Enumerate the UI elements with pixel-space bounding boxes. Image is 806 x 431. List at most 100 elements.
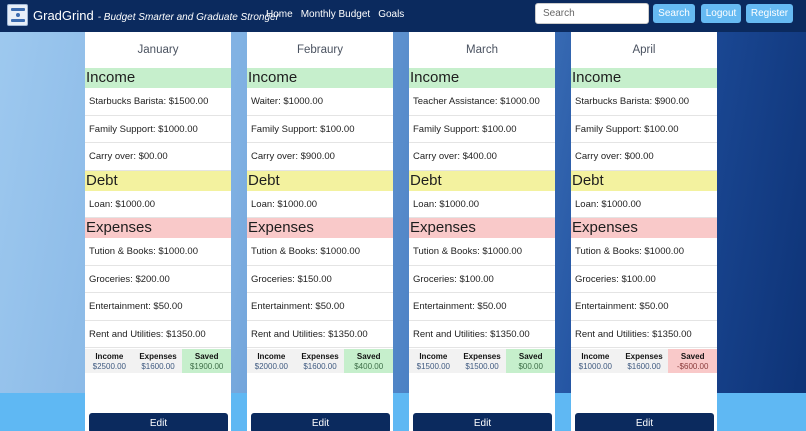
income-item: Family Support: $100.00 <box>409 116 555 143</box>
month-title: January <box>137 44 179 56</box>
expense-item: Groceries: $200.00 <box>85 266 231 293</box>
summary-income: Income $2500.00 <box>85 349 134 373</box>
summary-expenses: Expenses $1600.00 <box>296 349 345 373</box>
summary-income: Income $1000.00 <box>571 349 620 373</box>
month-summary: Income $1500.00 Expenses $1500.00 Saved … <box>409 349 555 373</box>
expenses-header: Expenses <box>247 218 393 238</box>
expense-item: Groceries: $100.00 <box>409 266 555 293</box>
month-summary: Income $2500.00 Expenses $1600.00 Saved … <box>85 349 231 373</box>
summary-income-label: Income <box>95 352 124 361</box>
income-item: Family Support: $100.00 <box>571 116 717 143</box>
debt-item: Loan: $1000.00 <box>409 191 555 218</box>
edit-button[interactable]: Edit <box>251 413 390 431</box>
summary-saved-value: $00.00 <box>518 362 543 371</box>
summary-expenses-label: Expenses <box>625 352 663 361</box>
income-item: Teacher Assistance: $1000.00 <box>409 88 555 116</box>
summary-saved: Saved $00.00 <box>506 349 555 373</box>
summary-saved-label: Saved <box>356 352 381 361</box>
summary-saved-label: Saved <box>518 352 543 361</box>
summary-expenses: Expenses $1500.00 <box>458 349 507 373</box>
expense-item: Entertainment: $50.00 <box>409 293 555 321</box>
debt-header: Debt <box>409 170 555 191</box>
search-button[interactable]: Search <box>653 4 695 23</box>
edit-button[interactable]: Edit <box>413 413 552 431</box>
brand-name[interactable]: GradGrind <box>33 8 94 23</box>
debt-item: Loan: $1000.00 <box>85 191 231 218</box>
month-card: January Income Starbucks Barista: $1500.00… <box>85 32 231 431</box>
summary-expenses-value: $1500.00 <box>465 362 499 371</box>
month-title: April <box>632 44 656 56</box>
month-title: Febraury <box>296 44 344 56</box>
income-item: Family Support: $1000.00 <box>85 116 231 143</box>
month-card: Febraury Income Waiter: $1000.00 Family Sup… <box>247 32 393 431</box>
nav-links: Home Monthly Budget Goals <box>266 9 404 20</box>
nav-link-monthly-budget[interactable]: Monthly Budget <box>301 9 371 20</box>
income-header: Income <box>85 68 231 88</box>
logo-dot <box>16 13 20 17</box>
edit-button[interactable]: Edit <box>575 413 714 431</box>
summary-income-value: $2500.00 <box>92 362 127 371</box>
income-item: Waiter: $1000.00 <box>247 88 393 116</box>
register-button[interactable]: Register <box>746 4 793 23</box>
income-item: Carry over: $00.00 <box>571 143 717 171</box>
income-item: Family Support: $100.00 <box>247 116 393 143</box>
summary-expenses-label: Expenses <box>301 352 339 361</box>
expense-item: Tution & Books: $1000.00 <box>409 238 555 266</box>
month-card: March Income Teacher Assistance: $1000.00 F… <box>409 32 555 431</box>
logo-bar-top <box>11 8 25 11</box>
nav-link-goals[interactable]: Goals <box>378 9 404 20</box>
summary-expenses-label: Expenses <box>463 352 501 361</box>
month-title: March <box>466 44 498 56</box>
summary-expenses-value: $1600.00 <box>141 362 175 371</box>
summary-income-value: $1000.00 <box>578 362 613 371</box>
navbar: GradGrind - Budget Smarter and Graduate S… <box>0 0 806 32</box>
summary-expenses: Expenses $1600.00 <box>134 349 183 373</box>
edit-button[interactable]: Edit <box>89 413 228 431</box>
summary-expenses: Expenses $1600.00 <box>620 349 669 373</box>
summary-expenses-value: $1600.00 <box>627 362 661 371</box>
summary-saved-label: Saved <box>194 352 219 361</box>
summary-saved: Saved $400.00 <box>344 349 393 373</box>
summary-income-value: $1500.00 <box>416 362 451 371</box>
brand[interactable]: GradGrind - Budget Smarter and Graduate S… <box>33 8 279 23</box>
expense-item: Tution & Books: $1000.00 <box>571 238 717 266</box>
income-item: Carry over: $00.00 <box>85 143 231 171</box>
expense-item: Groceries: $100.00 <box>571 266 717 293</box>
expense-item: Tution & Books: $1000.00 <box>247 238 393 266</box>
expense-item: Groceries: $150.00 <box>247 266 393 293</box>
summary-income-label: Income <box>581 352 610 361</box>
brand-tagline: - Budget Smarter and Graduate Stronger <box>97 12 279 23</box>
expense-item: Entertainment: $50.00 <box>85 293 231 321</box>
expenses-header: Expenses <box>571 218 717 238</box>
nav-link-home[interactable]: Home <box>266 9 293 20</box>
summary-income-label: Income <box>419 352 448 361</box>
summary-saved: Saved -$600.00 <box>668 349 717 373</box>
income-item: Carry over: $900.00 <box>247 143 393 171</box>
expense-item: Tution & Books: $1000.00 <box>85 238 231 266</box>
summary-saved-value: -$600.00 <box>676 362 709 371</box>
month-summary: Income $2000.00 Expenses $1600.00 Saved … <box>247 349 393 373</box>
debt-header: Debt <box>247 170 393 191</box>
summary-income: Income $1500.00 <box>409 349 458 373</box>
month-card: April Income Starbucks Barista: $900.00 Fam… <box>571 32 717 431</box>
expenses-header: Expenses <box>85 218 231 238</box>
budget-logo-icon[interactable] <box>7 4 28 26</box>
income-item: Starbucks Barista: $1500.00 <box>85 88 231 116</box>
month-summary: Income $1000.00 Expenses $1600.00 Saved … <box>571 349 717 373</box>
summary-saved-value: $1900.00 <box>189 362 224 371</box>
expense-item: Entertainment: $50.00 <box>247 293 393 321</box>
summary-saved-value: $400.00 <box>354 362 384 371</box>
debt-item: Loan: $1000.00 <box>247 191 393 218</box>
expense-item: Entertainment: $50.00 <box>571 293 717 321</box>
expense-item: Rent and Utilities: $1350.00 <box>247 321 393 348</box>
logout-button[interactable]: Logout <box>701 4 741 23</box>
income-header: Income <box>571 68 717 88</box>
summary-saved: Saved $1900.00 <box>182 349 231 373</box>
summary-income-value: $2000.00 <box>254 362 289 371</box>
logo-bar-bottom <box>11 19 25 22</box>
summary-expenses-label: Expenses <box>139 352 177 361</box>
expenses-header: Expenses <box>409 218 555 238</box>
search-input[interactable] <box>535 3 649 24</box>
expense-item: Rent and Utilities: $1350.00 <box>409 321 555 348</box>
income-item: Carry over: $400.00 <box>409 143 555 171</box>
